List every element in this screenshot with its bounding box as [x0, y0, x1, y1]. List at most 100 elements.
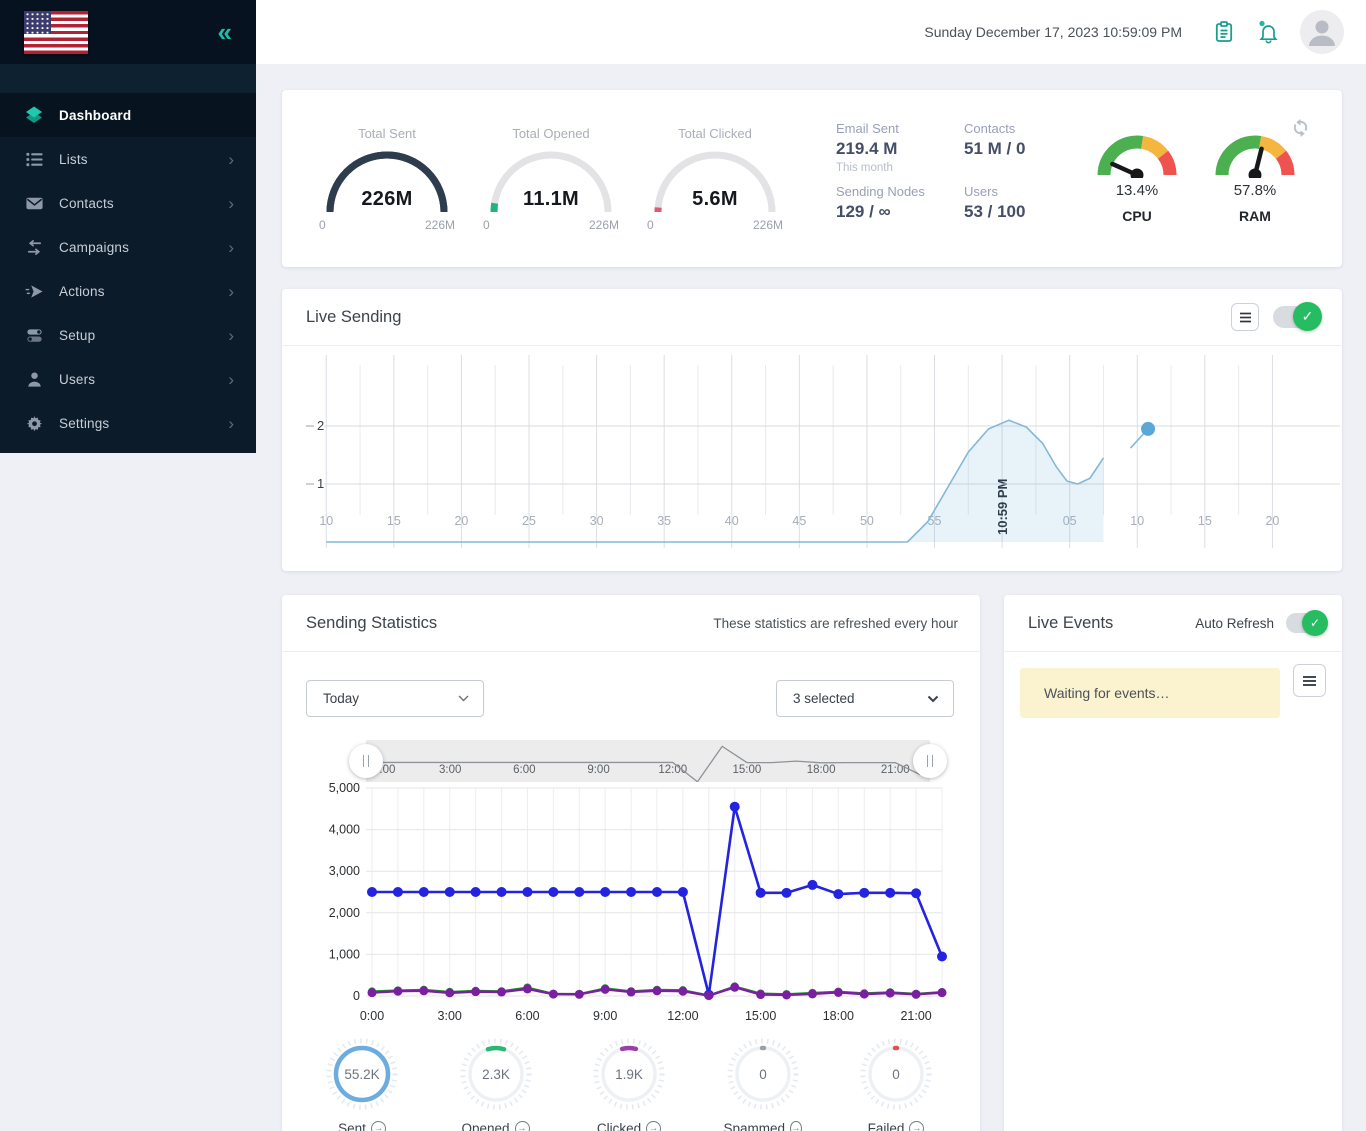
gauge-label: Total Sent [317, 126, 457, 141]
svg-text:15: 15 [1198, 514, 1212, 528]
sidebar-divider-band [0, 64, 256, 93]
sidebar-item-setup[interactable]: Setup › [0, 313, 256, 357]
svg-text:20: 20 [1265, 514, 1279, 528]
sidebar-item-campaigns[interactable]: Campaigns › [0, 225, 256, 269]
events-menu-button[interactable] [1293, 664, 1326, 697]
series-select[interactable]: 3 selected [776, 680, 954, 717]
overview-card: Total Sent 226M 0 226M Total Opened 11.1… [282, 90, 1342, 267]
arrow-circle-icon: → [646, 1121, 661, 1131]
sidebar-item-settings[interactable]: Settings › [0, 401, 256, 445]
refresh-icon[interactable] [1291, 118, 1310, 142]
sidebar-item-contacts[interactable]: Contacts › [0, 181, 256, 225]
failed-knob: 0 [858, 1036, 934, 1112]
chevron-right-icon: › [228, 239, 234, 256]
refresh-note: These statistics are refreshed every hou… [713, 616, 958, 631]
sidebar-item-users[interactable]: Users › [0, 357, 256, 401]
envelope-icon [24, 193, 44, 213]
sidebar-item-lists[interactable]: Lists › [0, 137, 256, 181]
sidebar: « Dashboard Lists › Contacts › [0, 0, 256, 453]
chevron-down-icon [927, 695, 939, 703]
waiting-for-events-alert: Waiting for events… [1020, 668, 1280, 718]
svg-text:6:00: 6:00 [513, 764, 535, 776]
gauge-max: 226M [589, 218, 619, 232]
svg-text:35: 35 [657, 514, 671, 528]
svg-text:50: 50 [860, 514, 874, 528]
bell-icon[interactable] [1255, 19, 1281, 45]
gauge-min: 0 [319, 218, 326, 232]
svg-text:9:00: 9:00 [587, 764, 609, 776]
clicked-link[interactable]: Clicked→ [591, 1121, 667, 1131]
stat-email-sent: Email Sent 219.4 M This month [836, 121, 899, 174]
ram-gauge-chart [1213, 130, 1297, 178]
failed-link[interactable]: Failed→ [858, 1121, 934, 1131]
svg-text:15:00: 15:00 [733, 764, 762, 776]
topbar: Sunday December 17, 2023 10:59:09 PM [256, 0, 1366, 64]
gauge-value: 11.1M [481, 188, 621, 211]
live-events-card: Live Events Auto Refresh ✓ Waiting for e… [1004, 595, 1342, 1131]
spammed-knob: 0 [725, 1036, 801, 1112]
sidebar-item-label: Users [59, 372, 95, 387]
svg-text:15:00: 15:00 [745, 1009, 776, 1023]
gauge-max: 226M [425, 218, 455, 232]
svg-text:3,000: 3,000 [329, 864, 360, 878]
opened-knob: 2.3K [458, 1036, 534, 1112]
svg-text:1,000: 1,000 [329, 947, 360, 961]
sidebar-item-label: Actions [59, 284, 105, 299]
chevron-right-icon: › [228, 195, 234, 212]
svg-text:21:00: 21:00 [900, 1009, 931, 1023]
stat-users: Users 53 / 100 [964, 184, 1025, 222]
sidebar-item-label: Dashboard [59, 108, 131, 123]
gauge-min: 0 [647, 218, 654, 232]
gear-icon [24, 413, 44, 433]
chart-range-navigator[interactable]: 0:003:006:009:0012:0015:0018:0021:00 [366, 740, 930, 782]
svg-text:0: 0 [759, 1067, 767, 1082]
arrow-circle-icon: → [371, 1121, 386, 1131]
clipboard-icon[interactable] [1211, 19, 1237, 45]
sidebar-header: « [0, 0, 256, 64]
navigator-right-handle[interactable] [913, 744, 947, 778]
total-opened-gauge: Total Opened 11.1M 0 226M [481, 90, 621, 250]
svg-text:2.3K: 2.3K [482, 1067, 510, 1082]
sidebar-item-label: Setup [59, 328, 95, 343]
user-avatar[interactable] [1300, 10, 1344, 54]
sent-link[interactable]: Sent→ [324, 1121, 400, 1131]
live-events-header: Live Events Auto Refresh ✓ [1004, 595, 1342, 652]
opened-link[interactable]: Opened→ [458, 1121, 534, 1131]
cpu-gauge: 13.4% CPU [1087, 130, 1187, 178]
sidebar-item-actions[interactable]: Actions › [0, 269, 256, 313]
chevron-right-icon: › [228, 327, 234, 344]
svg-text:4,000: 4,000 [329, 823, 360, 837]
send-icon [24, 281, 44, 301]
clicked-knob: 1.9K [591, 1036, 667, 1112]
user-icon [24, 369, 44, 389]
toggle-check-icon: ✓ [1302, 610, 1328, 636]
sending-statistics-header: Sending Statistics These statistics are … [282, 595, 980, 652]
us-flag-logo [24, 11, 88, 54]
date-range-value: Today [323, 691, 359, 706]
dashboard-icon [24, 105, 44, 125]
live-sending-toggle[interactable]: ✓ [1273, 306, 1320, 328]
sending-statistics-chart: 01,0002,0003,0004,0005,0000:003:006:009:… [302, 780, 960, 1032]
svg-text:9:00: 9:00 [593, 1009, 617, 1023]
spammed-link[interactable]: Spammed→ [725, 1121, 801, 1131]
svg-text:20: 20 [454, 514, 468, 528]
navigator-left-handle[interactable] [349, 744, 383, 778]
svg-text:1: 1 [317, 476, 324, 491]
svg-text:15: 15 [387, 514, 401, 528]
sidebar-collapse-icon[interactable]: « [218, 19, 232, 45]
arrow-circle-icon: → [790, 1121, 802, 1131]
gauge-value: 226M [317, 188, 457, 211]
grip-icon [363, 755, 369, 767]
toggles-icon [24, 325, 44, 345]
auto-refresh-toggle[interactable]: ✓ [1286, 613, 1326, 633]
svg-text:25: 25 [522, 514, 536, 528]
chart-menu-button[interactable] [1231, 303, 1259, 331]
gauge-label: Total Clicked [645, 126, 785, 141]
svg-text:18:00: 18:00 [823, 1009, 854, 1023]
live-sending-chart: 1015202530354045505510:59 PM0510152012 [306, 355, 1340, 560]
gauge-label: Total Opened [481, 126, 621, 141]
svg-text:12:00: 12:00 [667, 1009, 698, 1023]
counter-failed: 0 Failed→ [858, 1036, 934, 1131]
sidebar-item-dashboard[interactable]: Dashboard [0, 93, 256, 137]
date-range-select[interactable]: Today [306, 680, 484, 717]
